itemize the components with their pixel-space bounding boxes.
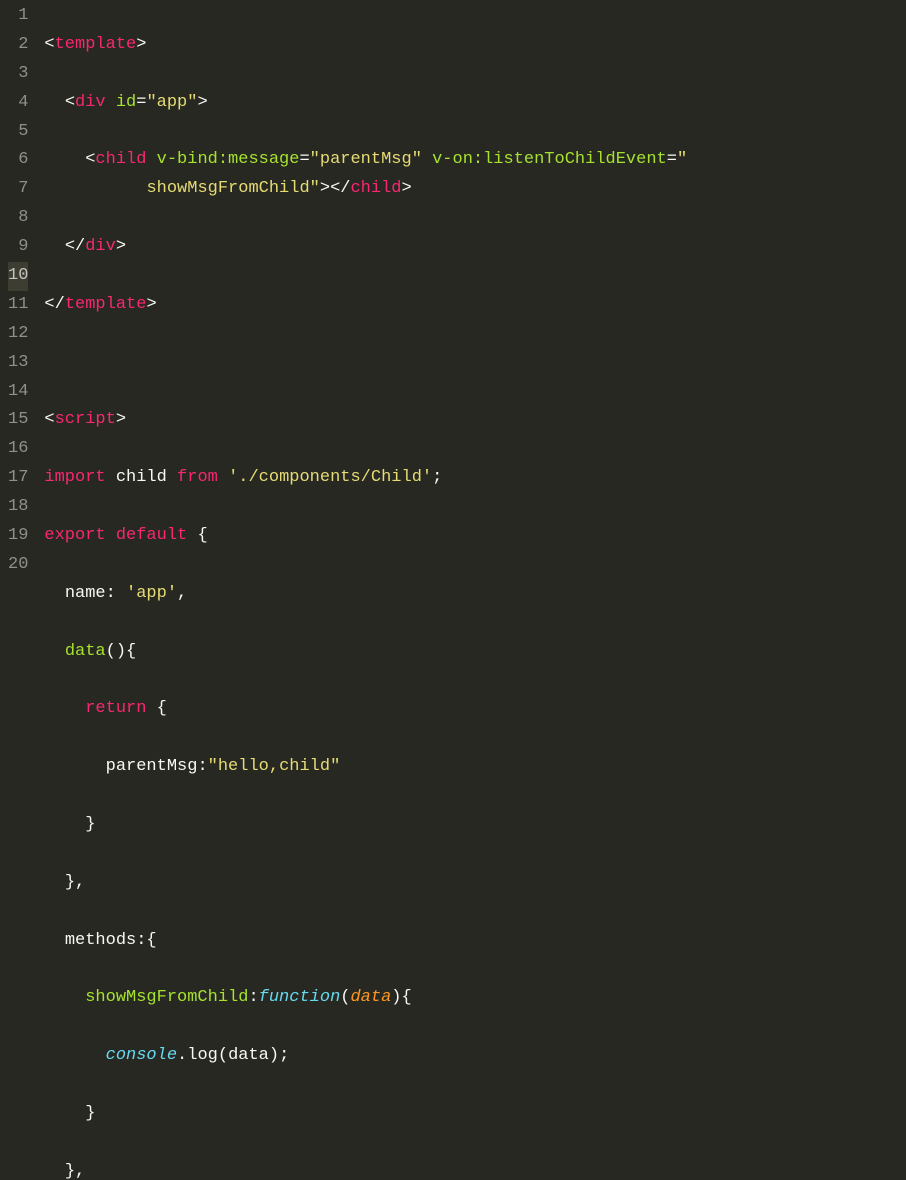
line-number: 1 <box>8 2 28 31</box>
line-number: 17 <box>8 464 28 493</box>
line-number: 16 <box>8 435 28 464</box>
line-number: 9 <box>8 233 28 262</box>
line-number: 5 <box>8 118 28 147</box>
code-line: methods:{ <box>44 927 906 956</box>
code-line: data(){ <box>44 638 906 667</box>
code-line: return { <box>44 695 906 724</box>
line-number: 20 <box>8 551 28 580</box>
line-number: 8 <box>8 204 28 233</box>
code-line: console.log(data); <box>44 1042 906 1071</box>
code-line: showMsgFromChild:function(data){ <box>44 984 906 1013</box>
code-line <box>44 349 906 378</box>
code-line: <child v-bind:message="parentMsg" v-on:l… <box>44 146 906 204</box>
line-number-gutter: 1 2 3 4 5 6 7 8 9 10 11 12 13 14 15 16 1… <box>0 0 40 590</box>
code-line: <template> <box>44 31 906 60</box>
code-line: import child from './components/Child'; <box>44 464 906 493</box>
code-line: </div> <box>44 233 906 262</box>
line-number: 12 <box>8 320 28 349</box>
code-line: }, <box>44 869 906 898</box>
code-line: <script> <box>44 406 906 435</box>
code-line-active: name: 'app', <box>44 580 906 609</box>
code-line: } <box>44 1100 906 1129</box>
line-number: 18 <box>8 493 28 522</box>
code-line: } <box>44 811 906 840</box>
line-number: 11 <box>8 291 28 320</box>
code-line: </template> <box>44 291 906 320</box>
line-number: 14 <box>8 378 28 407</box>
code-line: export default { <box>44 522 906 551</box>
line-number: 13 <box>8 349 28 378</box>
line-number: 19 <box>8 522 28 551</box>
code-line: parentMsg:"hello,child" <box>44 753 906 782</box>
line-number: 4 <box>8 89 28 118</box>
line-number: 3 <box>8 60 28 89</box>
line-number: 7 <box>8 175 28 204</box>
code-editor[interactable]: <template> <div id="app"> <child v-bind:… <box>40 0 906 590</box>
line-number-active: 10 <box>8 262 28 291</box>
line-number: 2 <box>8 31 28 60</box>
code-line: <div id="app"> <box>44 89 906 118</box>
line-number: 6 <box>8 146 28 175</box>
code-line: }, <box>44 1158 906 1180</box>
line-number: 15 <box>8 406 28 435</box>
